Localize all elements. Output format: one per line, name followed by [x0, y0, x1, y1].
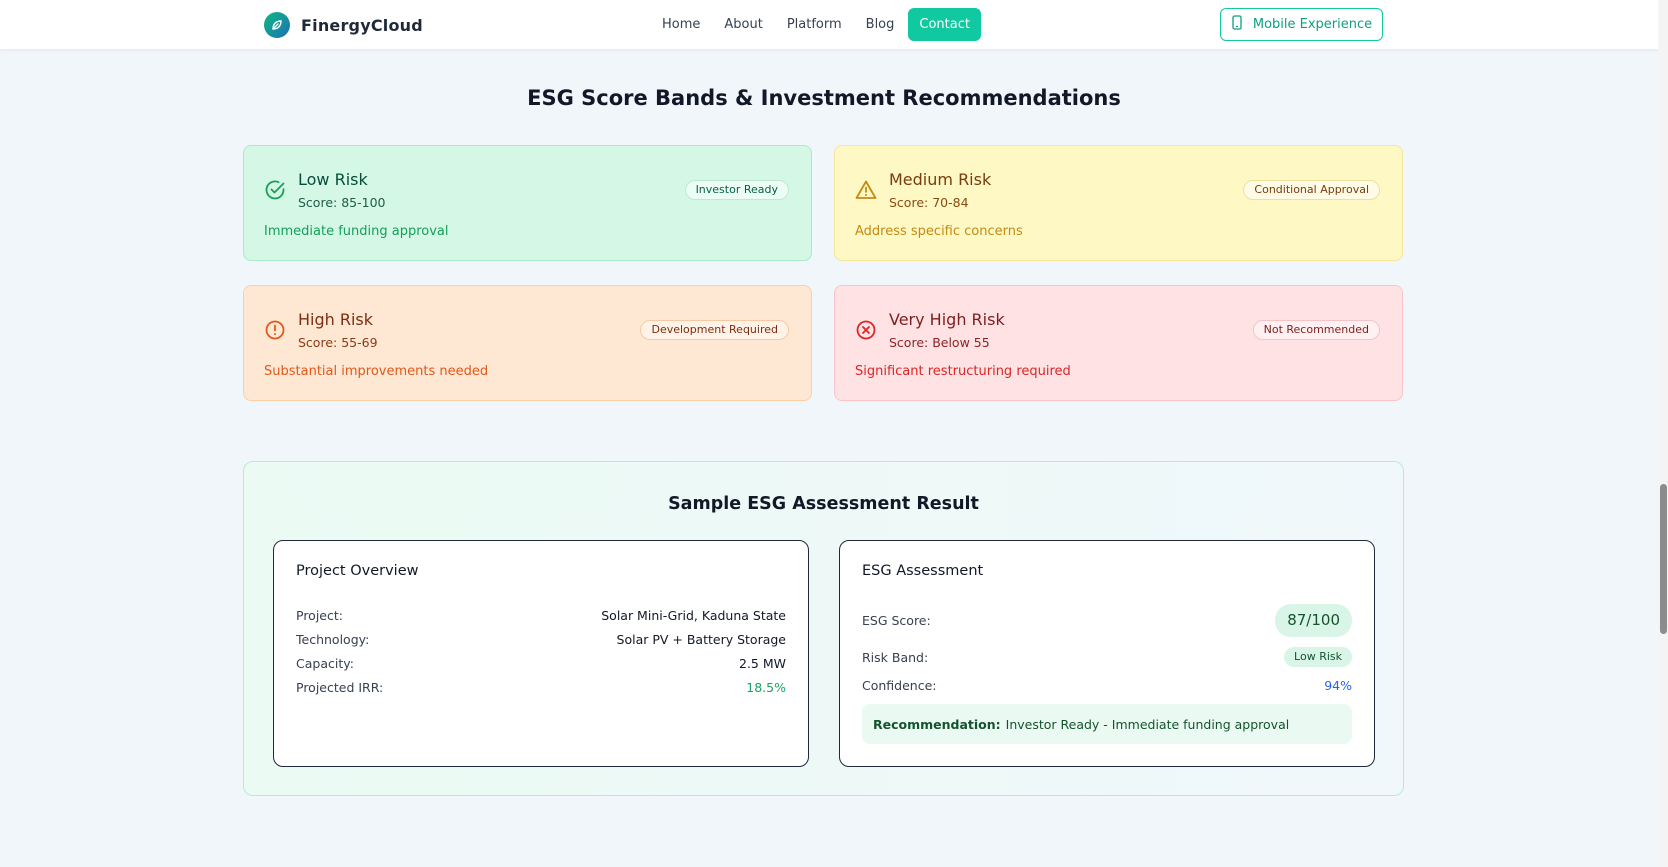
risk-card-description: Immediate funding approval [264, 224, 449, 239]
risk-card-very-high: Very High Risk Score: Below 55 Significa… [834, 285, 1403, 401]
row-label: Project: [296, 607, 343, 623]
risk-band-badge: Low Risk [1284, 647, 1352, 667]
risk-card-title: Very High Risk [889, 310, 1005, 329]
risk-card-description: Significant restructuring required [855, 364, 1071, 379]
recommendation-label: Recommendation: [873, 716, 1001, 732]
confidence-value: 94% [1324, 677, 1352, 693]
nav-platform[interactable]: Platform [775, 9, 854, 41]
esg-score-row: ESG Score: 87/100 [862, 603, 1352, 637]
risk-card-badge: Not Recommended [1252, 320, 1380, 340]
leaf-logo-icon [264, 12, 290, 38]
brand[interactable]: FinergyCloud [264, 12, 423, 38]
risk-card-medium: Medium Risk Score: 70-84 Address specifi… [834, 145, 1403, 261]
row-value: Solar Mini-Grid, Kaduna State [601, 607, 786, 623]
sample-assessment-section: Sample ESG Assessment Result Project Ove… [243, 461, 1404, 796]
risk-card-badge: Development Required [640, 320, 789, 340]
row-value: 2.5 MW [739, 655, 786, 671]
overview-row: Technology: Solar PV + Battery Storage [296, 629, 786, 649]
confidence-row: Confidence: 94% [862, 675, 1352, 695]
nav-blog[interactable]: Blog [854, 9, 907, 41]
row-label: Capacity: [296, 655, 354, 671]
scrollbar-thumb[interactable] [1660, 484, 1667, 634]
risk-card-title: Medium Risk [889, 170, 992, 189]
row-label: Risk Band: [862, 649, 929, 665]
overview-row: Projected IRR: 18.5% [296, 677, 786, 697]
row-value: Solar PV + Battery Storage [616, 631, 786, 647]
top-nav-bar: FinergyCloud Home About Platform Blog Co… [0, 0, 1658, 50]
contact-button[interactable]: Contact [908, 8, 981, 41]
risk-card-high: High Risk Score: 55-69 Substantial impro… [243, 285, 812, 401]
risk-card-badge: Investor Ready [684, 180, 789, 200]
panel-title: ESG Assessment [862, 563, 984, 579]
risk-card-low: Low Risk Score: 85-100 Immediate funding… [243, 145, 812, 261]
risk-card-description: Address specific concerns [855, 224, 1023, 239]
check-circle-icon [264, 179, 286, 201]
x-circle-icon [855, 319, 877, 341]
row-label: Projected IRR: [296, 679, 384, 695]
risk-card-score: Score: 70-84 [889, 195, 969, 210]
row-label: ESG Score: [862, 612, 931, 628]
project-overview-panel: Project Overview Project: Solar Mini-Gri… [273, 540, 809, 767]
row-label: Technology: [296, 631, 370, 647]
smartphone-icon [1231, 15, 1243, 34]
risk-card-score: Score: Below 55 [889, 335, 990, 350]
risk-card-title: High Risk [298, 310, 374, 329]
recommendation-box: Recommendation: Investor Ready - Immedia… [862, 704, 1352, 744]
nav-home[interactable]: Home [650, 9, 712, 41]
esg-assessment-panel: ESG Assessment ESG Score: 87/100 Risk Ba… [839, 540, 1375, 767]
nav-about[interactable]: About [712, 9, 774, 41]
mobile-experience-label: Mobile Experience [1252, 17, 1373, 32]
risk-card-badge: Conditional Approval [1243, 180, 1380, 200]
main-nav: Home About Platform Blog Contact [650, 8, 981, 41]
page-scrollbar[interactable] [1658, 0, 1668, 867]
warning-triangle-icon [855, 179, 877, 201]
brand-name: FinergyCloud [301, 15, 423, 35]
alert-circle-icon [264, 319, 286, 341]
overview-row: Project: Solar Mini-Grid, Kaduna State [296, 605, 786, 625]
row-value: 18.5% [746, 679, 786, 695]
row-label: Confidence: [862, 677, 937, 693]
overview-row: Capacity: 2.5 MW [296, 653, 786, 673]
mobile-experience-button[interactable]: Mobile Experience [1220, 8, 1383, 41]
risk-card-description: Substantial improvements needed [264, 364, 489, 379]
section-title: ESG Score Bands & Investment Recommendat… [527, 86, 1121, 110]
recommendation-text: Investor Ready - Immediate funding appro… [1005, 716, 1290, 732]
sample-assessment-title: Sample ESG Assessment Result [668, 494, 979, 514]
risk-card-title: Low Risk [298, 170, 368, 189]
risk-card-score: Score: 55-69 [298, 335, 378, 350]
panel-title: Project Overview [296, 563, 419, 579]
esg-score-badge: 87/100 [1275, 603, 1352, 637]
risk-card-score: Score: 85-100 [298, 195, 386, 210]
risk-band-row: Risk Band: Low Risk [862, 647, 1352, 667]
